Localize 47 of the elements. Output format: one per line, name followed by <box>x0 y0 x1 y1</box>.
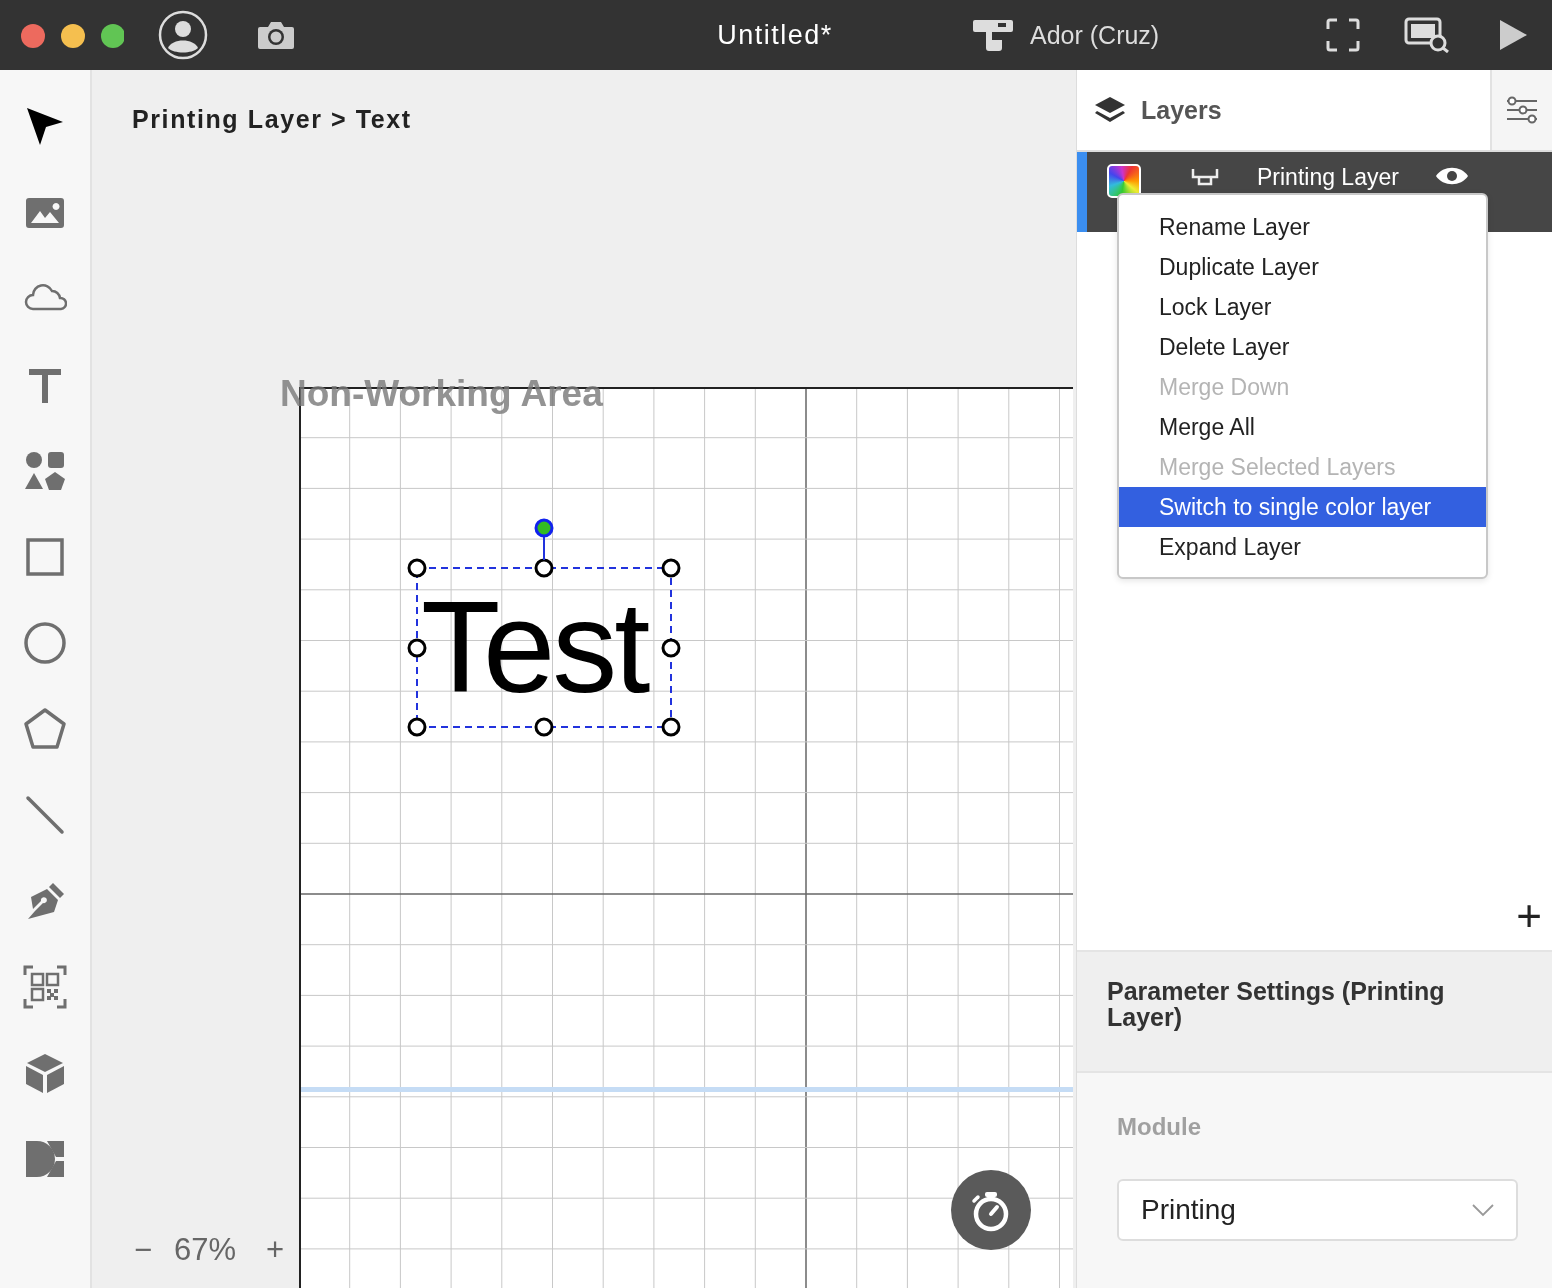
play-icon[interactable] <box>1498 19 1528 51</box>
sliders-icon <box>1506 96 1538 124</box>
camera-icon[interactable] <box>256 19 296 51</box>
printer-head-icon <box>1191 168 1219 186</box>
circle-icon[interactable] <box>23 621 67 665</box>
menu-item[interactable]: Expand Layer <box>1119 527 1486 567</box>
printer-hand-icon[interactable] <box>972 18 1014 52</box>
resize-handle[interactable] <box>534 558 554 578</box>
shapes-icon[interactable] <box>23 449 67 493</box>
color-swatch[interactable] <box>1107 164 1141 198</box>
resize-handle[interactable] <box>661 638 681 658</box>
zoom-out-button[interactable]: − <box>132 1232 154 1268</box>
menu-item[interactable]: Delete Layer <box>1119 327 1486 367</box>
window-title: Untitled* <box>716 19 834 51</box>
fullscreen-icon[interactable] <box>1326 18 1360 52</box>
line-icon[interactable] <box>23 793 67 837</box>
module-dropdown[interactable]: Printing <box>1117 1179 1518 1241</box>
breadcrumb: Printing Layer > Text <box>131 104 413 134</box>
resize-handle[interactable] <box>407 558 427 578</box>
timer-button[interactable] <box>951 1170 1031 1250</box>
settings-button[interactable] <box>1490 70 1552 150</box>
menu-item[interactable]: Merge All <box>1119 407 1486 447</box>
field-label: Module <box>1117 1113 1202 1141</box>
rectangle-icon[interactable] <box>23 535 67 579</box>
window-controls-icon[interactable] <box>20 23 124 49</box>
qr-code-icon[interactable] <box>23 965 67 1009</box>
device-name[interactable]: Ador (Cruz) <box>1030 20 1160 50</box>
add-layer-button[interactable]: + <box>1516 894 1542 938</box>
preview-search-icon[interactable] <box>1404 17 1450 53</box>
section-title: Parameter Settings (Printing Layer) <box>1107 978 1446 1031</box>
menu-item[interactable]: Duplicate Layer <box>1119 247 1486 287</box>
menu-item[interactable]: Switch to single color layer <box>1119 487 1486 527</box>
cube-icon[interactable] <box>23 1051 67 1095</box>
resize-handle[interactable] <box>534 717 554 737</box>
panel-title: Layers <box>1141 95 1222 125</box>
resize-handle[interactable] <box>661 558 681 578</box>
resize-handle[interactable] <box>407 717 427 737</box>
zoom-level: 67% <box>174 1232 237 1268</box>
zoom-in-button[interactable]: + <box>264 1232 287 1268</box>
pentagon-icon[interactable] <box>23 707 67 751</box>
menu-item[interactable]: Lock Layer <box>1119 287 1486 327</box>
layer-name[interactable]: Printing Layer <box>1257 164 1399 190</box>
resize-handle[interactable] <box>661 717 681 737</box>
chevron-down-icon <box>1472 1203 1494 1217</box>
account-icon[interactable] <box>158 10 208 60</box>
layers-icon <box>1093 95 1127 125</box>
rotation-handle[interactable] <box>534 518 554 561</box>
